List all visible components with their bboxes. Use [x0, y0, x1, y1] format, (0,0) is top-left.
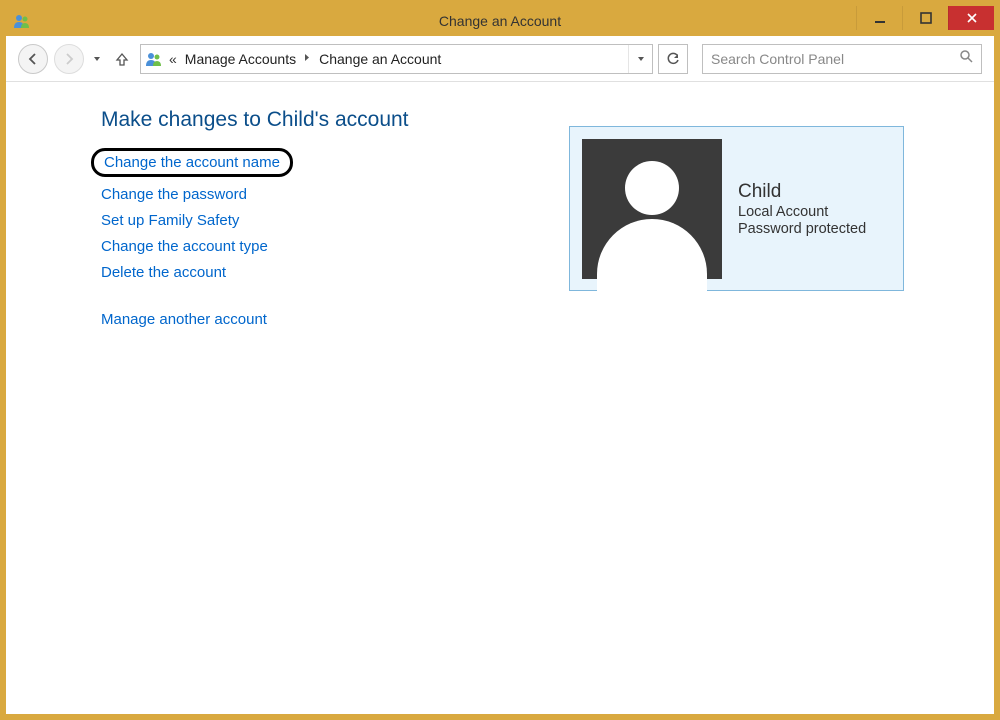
- address-bar[interactable]: « Manage Accounts Change an Account: [140, 44, 653, 74]
- up-button[interactable]: [110, 47, 134, 71]
- window-title: Change an Account: [439, 13, 561, 29]
- avatar: [582, 139, 722, 279]
- close-button[interactable]: [948, 6, 994, 30]
- link-change-password[interactable]: Change the password: [101, 186, 247, 203]
- search-icon: [959, 49, 973, 68]
- titlebar: Change an Account: [6, 6, 994, 36]
- account-type: Local Account: [738, 204, 866, 220]
- link-change-account-name[interactable]: Change the account name: [91, 148, 293, 177]
- breadcrumb-prefix: «: [167, 51, 179, 67]
- account-card[interactable]: Child Local Account Password protected: [569, 126, 904, 291]
- users-icon: [12, 11, 32, 31]
- history-dropdown[interactable]: [90, 55, 104, 63]
- search-box[interactable]: [702, 44, 982, 74]
- link-change-account-type[interactable]: Change the account type: [101, 238, 268, 255]
- link-manage-another-account[interactable]: Manage another account: [101, 311, 267, 328]
- window-controls: [856, 6, 994, 30]
- account-name: Child: [738, 181, 866, 203]
- users-icon: [141, 50, 167, 68]
- link-delete-account[interactable]: Delete the account: [101, 264, 226, 281]
- account-info: Child Local Account Password protected: [738, 181, 866, 237]
- chevron-right-icon: [302, 53, 313, 65]
- link-family-safety[interactable]: Set up Family Safety: [101, 212, 239, 229]
- minimize-button[interactable]: [856, 6, 902, 30]
- search-input[interactable]: [711, 51, 959, 67]
- toolbar: « Manage Accounts Change an Account: [6, 36, 994, 82]
- content-area: Make changes to Child's account Change t…: [6, 82, 994, 714]
- forward-button[interactable]: [54, 44, 84, 74]
- back-button[interactable]: [18, 44, 48, 74]
- maximize-button[interactable]: [902, 6, 948, 30]
- address-dropdown[interactable]: [628, 45, 652, 73]
- window: Change an Account: [6, 6, 994, 714]
- account-status: Password protected: [738, 221, 866, 237]
- refresh-button[interactable]: [658, 44, 688, 74]
- breadcrumb-manage-accounts[interactable]: Manage Accounts: [179, 51, 302, 67]
- breadcrumb-change-account[interactable]: Change an Account: [313, 51, 447, 67]
